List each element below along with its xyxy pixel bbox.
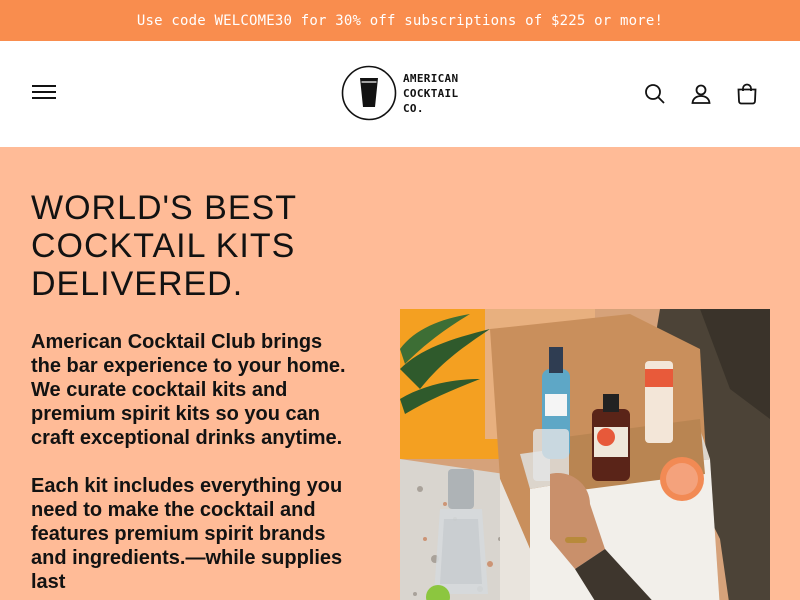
logo-glass-icon xyxy=(341,65,397,121)
hero-description: American Cocktail Club brings the bar ex… xyxy=(31,330,351,600)
search-icon xyxy=(645,84,665,104)
cart-icon xyxy=(737,83,757,105)
logo-line-2: COCKTAIL xyxy=(403,86,459,100)
hero-section: WORLD'S BEST COCKTAIL KITS DELIVERED. Am… xyxy=(0,147,800,600)
hero-title: WORLD'S BEST COCKTAIL KITS DELIVERED. xyxy=(31,189,371,303)
search-button[interactable] xyxy=(632,78,678,110)
account-icon xyxy=(691,84,711,104)
logo-wordmark: AMERICAN COCKTAIL CO. xyxy=(403,71,458,116)
announcement-bar: Use code WELCOME30 for 30% off subscript… xyxy=(0,0,800,41)
hero-title-line-2: COCKTAIL KITS xyxy=(31,227,296,265)
hero-paragraph-1: American Cocktail Club brings the bar ex… xyxy=(31,331,346,449)
logo-line-3: CO. xyxy=(403,101,424,115)
hero-paragraph-2: Each kit includes everything you need to… xyxy=(31,475,343,593)
logo-link[interactable]: AMERICAN COCKTAIL CO. xyxy=(341,65,458,121)
menu-button[interactable] xyxy=(32,81,56,105)
cocktail-kit-photo xyxy=(400,309,770,600)
announcement-text: Use code WELCOME30 for 30% off subscript… xyxy=(136,12,664,29)
site-header: AMERICAN COCKTAIL CO. xyxy=(0,41,800,147)
cart-button[interactable] xyxy=(724,78,770,110)
hero-product-image xyxy=(400,309,770,600)
header-icon-group xyxy=(632,78,770,110)
menu-icon xyxy=(32,85,56,87)
account-button[interactable] xyxy=(678,78,724,110)
logo-line-1: AMERICAN xyxy=(403,71,459,85)
hero-title-line-1: WORLD'S BEST xyxy=(31,189,297,227)
hero-title-line-3: DELIVERED. xyxy=(31,265,244,303)
